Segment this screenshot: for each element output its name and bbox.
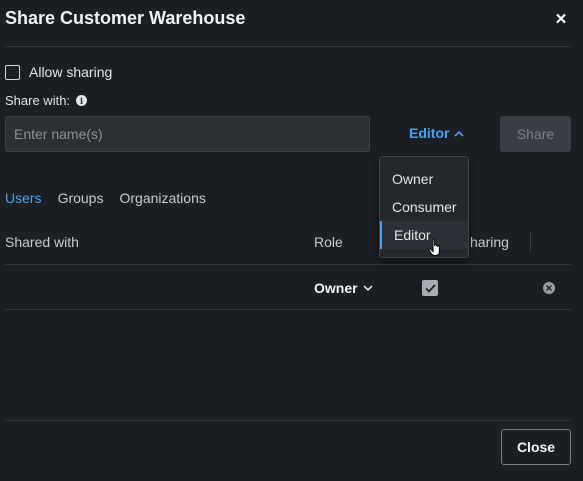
close-icon[interactable]: ✕ <box>552 10 570 28</box>
allow-sharing-checkbox[interactable] <box>5 64 20 80</box>
role-select-owner[interactable]: Owner <box>314 280 373 296</box>
x-icon <box>546 285 552 291</box>
remove-icon[interactable] <box>543 282 555 294</box>
menu-item-owner[interactable]: Owner <box>380 165 468 193</box>
tab-users[interactable]: Users <box>5 190 42 206</box>
check-icon <box>424 283 436 293</box>
tab-groups[interactable]: Groups <box>58 190 104 206</box>
share-button[interactable]: Share <box>500 116 571 152</box>
column-header-role: Role <box>314 234 343 250</box>
allow-sharing-toggle[interactable]: Allow sharing <box>5 64 112 80</box>
name-input[interactable] <box>5 116 370 152</box>
header-divider <box>5 46 571 47</box>
tab-bar: Users Groups Organizations <box>5 190 222 206</box>
table-row-divider <box>5 309 571 310</box>
column-header-can-share: haring <box>470 234 509 250</box>
role-dropdown-label: Editor <box>409 125 450 141</box>
chevron-down-icon <box>363 284 373 291</box>
column-header-shared-with: Shared with <box>5 234 79 250</box>
can-share-checkbox[interactable] <box>422 280 438 296</box>
tab-organizations[interactable]: Organizations <box>119 190 205 206</box>
row-role-label: Owner <box>314 280 358 296</box>
info-icon[interactable]: i <box>76 95 88 106</box>
chevron-up-icon <box>454 130 465 137</box>
column-divider <box>530 232 531 252</box>
menu-item-consumer[interactable]: Consumer <box>380 193 468 221</box>
allow-sharing-label: Allow sharing <box>29 64 113 80</box>
role-dropdown[interactable]: Editor <box>409 125 465 141</box>
share-with-label: Share with: <box>5 93 71 108</box>
share-with-label-row: Share with: i <box>5 93 88 108</box>
footer-divider <box>5 420 571 421</box>
role-menu: Owner Consumer Editor <box>379 156 469 258</box>
dialog-title: Share Customer Warehouse <box>5 8 246 28</box>
close-button[interactable]: Close <box>501 429 571 465</box>
hand-cursor-icon <box>428 238 440 256</box>
table-header-divider <box>5 264 571 265</box>
menu-item-editor[interactable]: Editor <box>380 221 468 249</box>
